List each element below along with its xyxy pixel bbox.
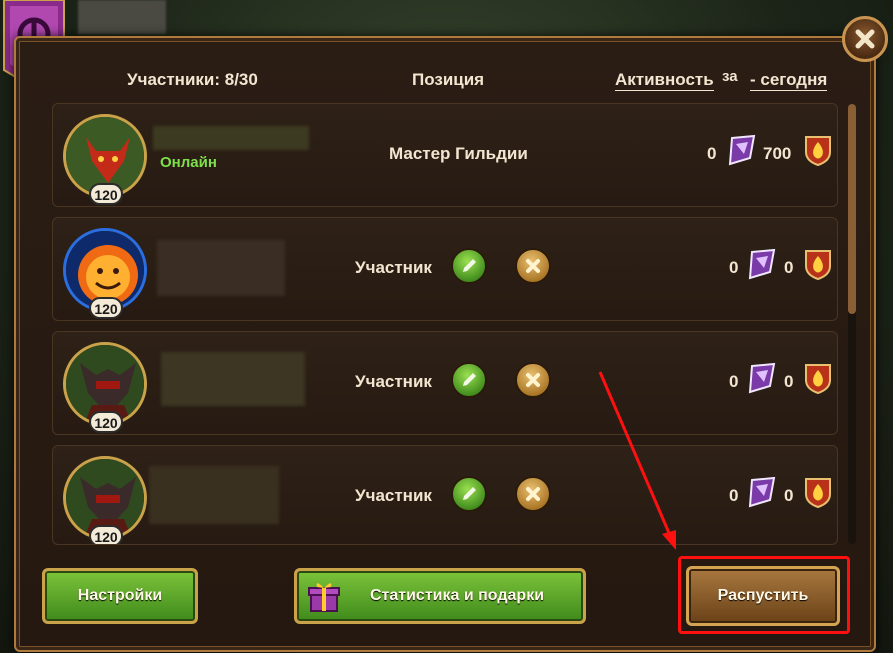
edit-member-button[interactable]: [451, 248, 487, 284]
points-count: 0: [784, 258, 794, 277]
points-count: 700: [763, 144, 792, 163]
settings-button-label: Настройки: [77, 587, 163, 604]
pencil-icon: [463, 373, 476, 386]
activity-sort-header[interactable]: Активность: [615, 70, 714, 91]
fire-shield-icon: [805, 478, 831, 508]
stats-and-gifts-button[interactable]: Статистика и подарки: [294, 568, 586, 624]
x-icon: [526, 487, 540, 501]
member-role: Участник: [355, 372, 432, 391]
activity-for-label: за: [722, 68, 738, 85]
kick-member-button[interactable]: [515, 476, 551, 512]
crystal-icon: [748, 476, 776, 508]
fire-shield-icon: [805, 136, 831, 166]
pencil-icon: [463, 259, 476, 272]
gift-box-icon: [308, 583, 340, 612]
level-badge: 120: [89, 297, 123, 319]
activity-label[interactable]: Активность: [615, 70, 714, 91]
kick-member-button[interactable]: [515, 248, 551, 284]
fire-shield-icon: [805, 364, 831, 394]
pencil-icon: [463, 487, 476, 500]
player-name-redacted: [161, 352, 305, 406]
points-count: 0: [784, 372, 794, 391]
points-count: 0: [784, 486, 794, 505]
close-icon: [855, 29, 875, 49]
gem-count: 0: [707, 144, 717, 163]
edit-member-button[interactable]: [451, 476, 487, 512]
disband-button-label: Распустить: [717, 587, 809, 604]
crystal-icon: [748, 248, 776, 280]
gem-count: 0: [729, 372, 739, 391]
member-row[interactable]: 120 Онлайн Мастер Гильдии 0 700: [52, 103, 838, 207]
gem-count: 0: [729, 258, 739, 277]
member-role: Участник: [355, 486, 432, 505]
player-name-redacted: [153, 126, 309, 150]
edit-member-button[interactable]: [451, 362, 487, 398]
player-name-redacted: [149, 466, 279, 524]
x-icon: [526, 373, 540, 387]
x-icon: [526, 259, 540, 273]
member-row[interactable]: 120 Участник 0 0: [52, 217, 838, 321]
fire-shield-icon: [805, 250, 831, 280]
member-role: Мастер Гильдии: [389, 144, 528, 163]
member-row[interactable]: 120 Участник 0 0: [52, 445, 838, 545]
position-column-header: Позиция: [412, 70, 485, 89]
stats-and-gifts-label: Статистика и подарки: [369, 587, 545, 604]
period-selector[interactable]: - сегодня: [750, 70, 828, 91]
scrollbar-thumb[interactable]: [848, 104, 856, 314]
kick-member-button[interactable]: [515, 362, 551, 398]
member-role: Участник: [355, 258, 432, 277]
disband-guild-button[interactable]: Распустить: [686, 566, 840, 626]
level-badge: 120: [89, 411, 123, 433]
close-button[interactable]: [842, 16, 888, 62]
level-badge: 120: [89, 525, 123, 544]
members-count-label: Участники: 8/30: [127, 70, 258, 89]
blurred-top-element: [78, 0, 166, 34]
crystal-icon: [728, 134, 756, 166]
gem-count: 0: [729, 486, 739, 505]
level-badge: 120: [89, 183, 123, 205]
settings-button[interactable]: Настройки: [42, 568, 198, 624]
period-label[interactable]: - сегодня: [750, 70, 828, 91]
member-row[interactable]: 120 Участник 0 0: [52, 331, 838, 435]
online-status: Онлайн: [160, 154, 217, 171]
player-name-redacted: [157, 240, 285, 296]
crystal-icon: [748, 362, 776, 394]
